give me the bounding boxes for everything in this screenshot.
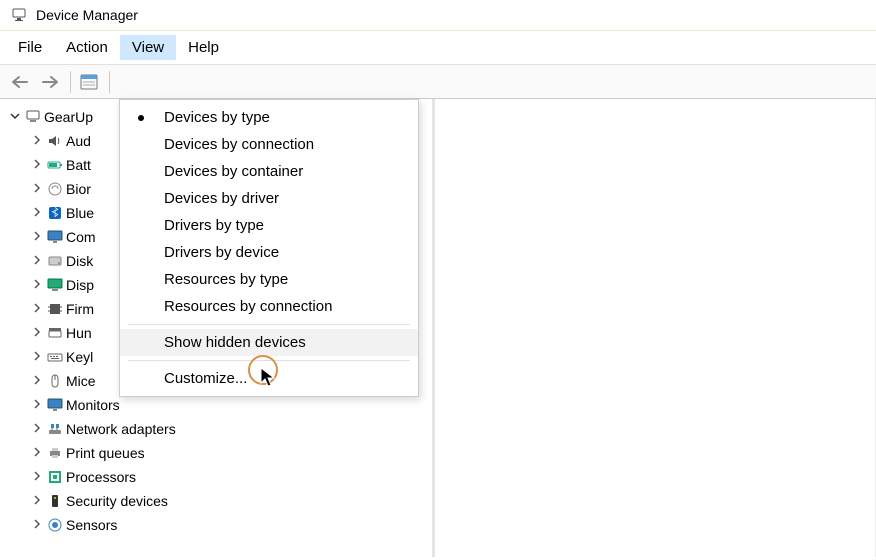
menu-item-label: Devices by container <box>164 163 303 180</box>
chevron-right-icon[interactable] <box>30 375 44 388</box>
monitor-icon <box>44 229 66 245</box>
chevron-right-icon[interactable] <box>30 135 44 148</box>
tree-item-label: Hun <box>66 325 92 341</box>
chevron-right-icon[interactable] <box>30 399 44 412</box>
tree-item-label: Bior <box>66 181 91 197</box>
chevron-right-icon[interactable] <box>30 327 44 340</box>
printer-icon <box>44 445 66 461</box>
menubar: File Action View Help <box>0 31 876 65</box>
window-title: Device Manager <box>36 7 138 23</box>
tree-item-label: Security devices <box>66 493 168 509</box>
titlebar: Device Manager <box>0 0 876 31</box>
menu-drivers-by-device[interactable]: Drivers by device <box>120 239 418 266</box>
chevron-right-icon[interactable] <box>30 423 44 436</box>
chevron-right-icon[interactable] <box>30 231 44 244</box>
computer-icon <box>22 109 44 125</box>
menu-show-hidden-devices[interactable]: Show hidden devices <box>120 329 418 356</box>
menu-devices-by-type[interactable]: Devices by type <box>120 104 418 131</box>
monitor-icon <box>44 397 66 413</box>
chevron-right-icon[interactable] <box>30 447 44 460</box>
menu-resources-by-type[interactable]: Resources by type <box>120 266 418 293</box>
hid-icon <box>44 325 66 341</box>
menu-devices-by-container[interactable]: Devices by container <box>120 158 418 185</box>
chevron-right-icon[interactable] <box>30 495 44 508</box>
tree-item[interactable]: Security devices <box>8 489 867 513</box>
menu-action[interactable]: Action <box>54 35 120 60</box>
menu-item-label: Drivers by type <box>164 217 264 234</box>
tree-item-label: Batt <box>66 157 91 173</box>
forward-button[interactable] <box>36 69 64 95</box>
chevron-right-icon[interactable] <box>30 207 44 220</box>
menu-resources-by-connection[interactable]: Resources by connection <box>120 293 418 320</box>
chevron-down-icon[interactable] <box>8 111 22 124</box>
cpu-icon <box>44 469 66 485</box>
chevron-right-icon[interactable] <box>30 303 44 316</box>
menu-separator <box>128 324 410 325</box>
tree-item-label: Keyl <box>66 349 93 365</box>
chevron-right-icon[interactable] <box>30 255 44 268</box>
menu-item-label: Show hidden devices <box>164 334 306 351</box>
content-area: GearUp Aud Batt Bior Blue Com Disk Disp Firm Hun… <box>0 99 876 557</box>
chevron-right-icon[interactable] <box>30 471 44 484</box>
display-icon <box>44 277 66 293</box>
menu-separator <box>128 360 410 361</box>
chip-icon <box>44 301 66 317</box>
menu-item-label: Devices by driver <box>164 190 279 207</box>
sensor-icon <box>44 517 66 533</box>
toolbar-separator <box>109 71 110 93</box>
app-icon <box>10 6 28 24</box>
chevron-right-icon[interactable] <box>30 183 44 196</box>
chevron-right-icon[interactable] <box>30 159 44 172</box>
mouse-icon <box>44 373 66 389</box>
menu-devices-by-connection[interactable]: Devices by connection <box>120 131 418 158</box>
toolbar-separator <box>70 71 71 93</box>
tree-item-label: Mice <box>66 373 96 389</box>
tree-item[interactable]: Sensors <box>8 513 867 537</box>
toolbar <box>0 65 876 99</box>
menu-item-label: Resources by type <box>164 271 288 288</box>
tree-root-label: GearUp <box>44 109 93 125</box>
menu-item-label: Customize... <box>164 370 247 387</box>
chevron-right-icon[interactable] <box>30 519 44 532</box>
bullet-icon <box>138 115 144 121</box>
properties-button[interactable] <box>75 69 103 95</box>
tree-item-label: Processors <box>66 469 136 485</box>
tree-item[interactable]: Network adapters <box>8 417 867 441</box>
network-icon <box>44 421 66 437</box>
view-menu-dropdown: Devices by type Devices by connection De… <box>119 99 419 397</box>
fingerprint-icon <box>44 181 66 197</box>
menu-item-label: Resources by connection <box>164 298 332 315</box>
tree-item-label: Com <box>66 229 96 245</box>
security-icon <box>44 493 66 509</box>
tree-item-label: Print queues <box>66 445 145 461</box>
disk-icon <box>44 253 66 269</box>
tree-item-label: Sensors <box>66 517 117 533</box>
menu-help[interactable]: Help <box>176 35 231 60</box>
tree-item-label: Disp <box>66 277 94 293</box>
column-separator[interactable] <box>432 99 435 557</box>
chevron-right-icon[interactable] <box>30 279 44 292</box>
chevron-right-icon[interactable] <box>30 351 44 364</box>
keyboard-icon <box>44 349 66 365</box>
menu-item-label: Drivers by device <box>164 244 279 261</box>
tree-item[interactable]: Print queues <box>8 441 867 465</box>
tree-item-label: Firm <box>66 301 94 317</box>
speaker-icon <box>44 133 66 149</box>
battery-icon <box>44 157 66 173</box>
back-button[interactable] <box>6 69 34 95</box>
tree-item[interactable]: Processors <box>8 465 867 489</box>
menu-devices-by-driver[interactable]: Devices by driver <box>120 185 418 212</box>
menu-customize[interactable]: Customize... <box>120 365 418 392</box>
menu-item-label: Devices by type <box>164 109 270 126</box>
bluetooth-icon <box>44 205 66 221</box>
menu-item-label: Devices by connection <box>164 136 314 153</box>
menu-file[interactable]: File <box>6 35 54 60</box>
menu-view[interactable]: View <box>120 35 176 60</box>
tree-item-label: Network adapters <box>66 421 176 437</box>
menu-drivers-by-type[interactable]: Drivers by type <box>120 212 418 239</box>
tree-item-label: Blue <box>66 205 94 221</box>
tree-item-label: Aud <box>66 133 91 149</box>
tree-item-label: Disk <box>66 253 93 269</box>
tree-item-label: Monitors <box>66 397 120 413</box>
